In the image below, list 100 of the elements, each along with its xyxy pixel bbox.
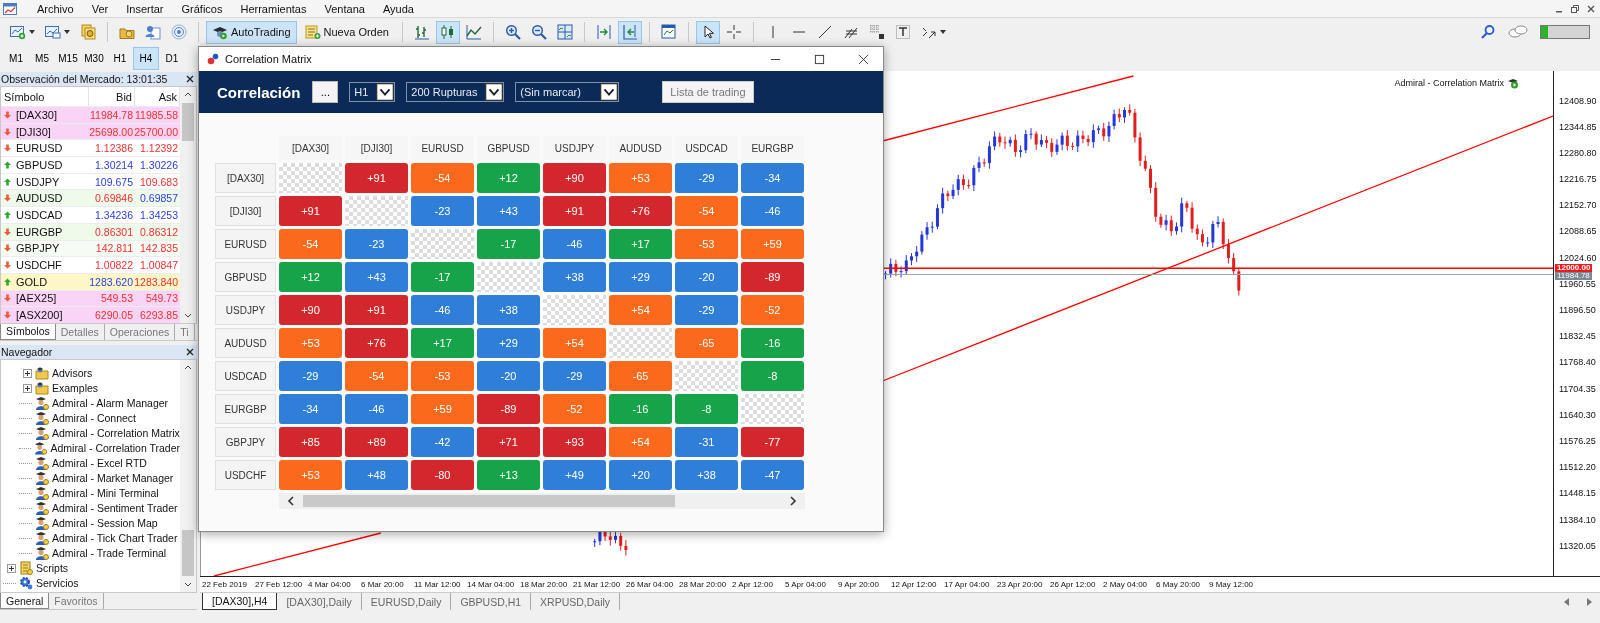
correlation-cell[interactable]: -46 (411, 295, 474, 325)
correlation-cell[interactable]: +89 (345, 427, 408, 457)
correlation-cell[interactable]: +93 (543, 427, 606, 457)
correlation-cell[interactable]: -17 (477, 229, 540, 259)
correlation-cell[interactable]: +48 (345, 460, 408, 490)
correlation-cell[interactable]: -16 (609, 394, 672, 424)
panel-tab[interactable]: General (0, 593, 50, 609)
scroll-down-icon[interactable] (184, 582, 192, 588)
correlation-cell[interactable]: -77 (741, 427, 804, 457)
menu-item[interactable]: Ver (85, 2, 121, 15)
chart-tab[interactable]: [DAX30],H4 (202, 593, 278, 610)
correlation-cell[interactable]: +85 (279, 427, 342, 457)
timeframe-button[interactable]: D1 (159, 47, 185, 70)
panel-tab[interactable]: Favoritos (49, 593, 104, 609)
scroll-left-icon[interactable] (287, 496, 295, 506)
scroll-down-icon[interactable] (184, 312, 192, 319)
scroll-thumb[interactable] (182, 530, 194, 576)
navigator-item[interactable]: Scripts (36, 562, 69, 575)
correlation-cell[interactable]: +12 (279, 262, 342, 292)
close-icon[interactable] (186, 75, 194, 83)
navigator-item[interactable]: Examples (52, 382, 99, 395)
correlation-cell[interactable]: +38 (543, 262, 606, 292)
trend-line[interactable] (881, 75, 1134, 142)
new-order-button[interactable]: Nueva Orden (298, 20, 395, 44)
connection-status-icon[interactable] (1540, 25, 1590, 39)
navigator-item[interactable]: Admiral - Market Manager (52, 472, 174, 485)
correlation-cell[interactable]: +76 (345, 328, 408, 358)
correlation-cell[interactable]: -65 (609, 361, 672, 391)
timeframe-button[interactable]: M30 (81, 47, 107, 70)
close-icon[interactable] (858, 53, 869, 65)
correlation-cell[interactable]: +43 (345, 262, 408, 292)
correlation-cell[interactable]: -34 (741, 163, 804, 193)
correlation-cell[interactable]: -47 (741, 460, 804, 490)
correlation-cell[interactable]: -89 (741, 262, 804, 292)
vertical-scrollbar[interactable] (180, 359, 196, 592)
expert-status-icon[interactable] (1507, 77, 1519, 89)
menu-item[interactable]: Archivo (31, 2, 86, 15)
dropdown[interactable]: (Sin marcar) (515, 82, 620, 102)
dropdown[interactable]: 200 Rupturas (406, 82, 505, 102)
correlation-cell[interactable]: -20 (477, 361, 540, 391)
correlation-cell[interactable]: -46 (345, 394, 408, 424)
dropdown[interactable]: H1 (349, 82, 396, 102)
correlation-cell[interactable]: -89 (477, 394, 540, 424)
close-icon[interactable] (1586, 3, 1596, 14)
scroll-thumb[interactable] (182, 103, 194, 141)
correlation-cell[interactable]: -46 (543, 229, 606, 259)
navigator-item[interactable]: Servicios (36, 577, 79, 590)
correlation-cell[interactable]: +71 (477, 427, 540, 457)
correlation-cell[interactable]: -52 (741, 295, 804, 325)
symbol-row[interactable]: [ASX200] 6290.05 6293.85 (1, 306, 180, 323)
correlation-cell[interactable]: +91 (543, 196, 606, 226)
cursor-button[interactable] (695, 20, 720, 44)
navigator-item[interactable]: Admiral - Tick Chart Trader (52, 532, 178, 545)
autoscroll-button[interactable] (617, 20, 642, 44)
navigator-item[interactable]: Admiral - Sentiment Trader (52, 502, 178, 515)
search-icon[interactable] (1480, 24, 1496, 40)
correlation-cell[interactable]: +53 (279, 328, 342, 358)
correlation-cell[interactable]: +29 (609, 262, 672, 292)
scroll-up-icon[interactable] (184, 363, 192, 370)
panel-tab[interactable]: Operaciones (104, 323, 176, 340)
correlation-cell[interactable]: +17 (609, 229, 672, 259)
correlation-cell[interactable]: -29 (675, 295, 738, 325)
correlation-cell[interactable]: -54 (279, 229, 342, 259)
restore-icon[interactable] (1570, 3, 1580, 14)
correlation-cell[interactable]: +90 (279, 295, 342, 325)
correlation-cell[interactable]: +59 (411, 394, 474, 424)
symbol-row[interactable]: [DAX30] 11984.78 11985.58 (1, 106, 180, 123)
correlation-cell[interactable]: -23 (411, 196, 474, 226)
correlation-cell[interactable]: +91 (279, 196, 342, 226)
trend-line[interactable] (881, 115, 1553, 382)
correlation-cell[interactable]: -80 (411, 460, 474, 490)
correlation-cell[interactable]: -8 (675, 394, 738, 424)
correlation-cell[interactable]: +49 (543, 460, 606, 490)
correlation-cell[interactable]: +38 (675, 460, 738, 490)
correlation-cell[interactable]: -34 (279, 394, 342, 424)
navigator-item[interactable]: Advisors (52, 367, 93, 380)
correlation-cell[interactable]: -16 (741, 328, 804, 358)
correlation-cell[interactable]: +54 (609, 295, 672, 325)
correlation-cell[interactable]: -54 (411, 163, 474, 193)
scroll-up-icon[interactable] (184, 91, 192, 97)
correlation-cell[interactable]: -17 (411, 262, 474, 292)
navigator-item[interactable]: Admiral - Connect (52, 412, 137, 425)
autotrading-button[interactable]: AutoTrading (206, 20, 297, 44)
correlation-cell[interactable]: +53 (609, 163, 672, 193)
correlation-cell[interactable]: +20 (609, 460, 672, 490)
correlation-cell[interactable]: -8 (741, 361, 804, 391)
correlation-cell[interactable]: -42 (411, 427, 474, 457)
correlation-cell[interactable]: +90 (543, 163, 606, 193)
correlation-cell[interactable]: -29 (543, 361, 606, 391)
navigator-item[interactable]: Admiral - Session Map (52, 517, 158, 530)
menu-item[interactable]: Insertar (120, 2, 176, 15)
vertical-scrollbar[interactable] (180, 87, 196, 323)
correlation-cell[interactable]: -31 (675, 427, 738, 457)
correlation-cell[interactable]: +91 (345, 163, 408, 193)
correlation-cell[interactable]: +54 (609, 427, 672, 457)
timeframe-button[interactable]: M1 (3, 47, 29, 70)
correlation-cell[interactable]: +12 (477, 163, 540, 193)
horizontal-scrollbar[interactable] (279, 493, 805, 509)
navigator-item[interactable]: Admiral - Trade Terminal (52, 547, 167, 560)
symbol-row[interactable]: AUDUSD 0.69846 0.69857 (1, 189, 180, 207)
